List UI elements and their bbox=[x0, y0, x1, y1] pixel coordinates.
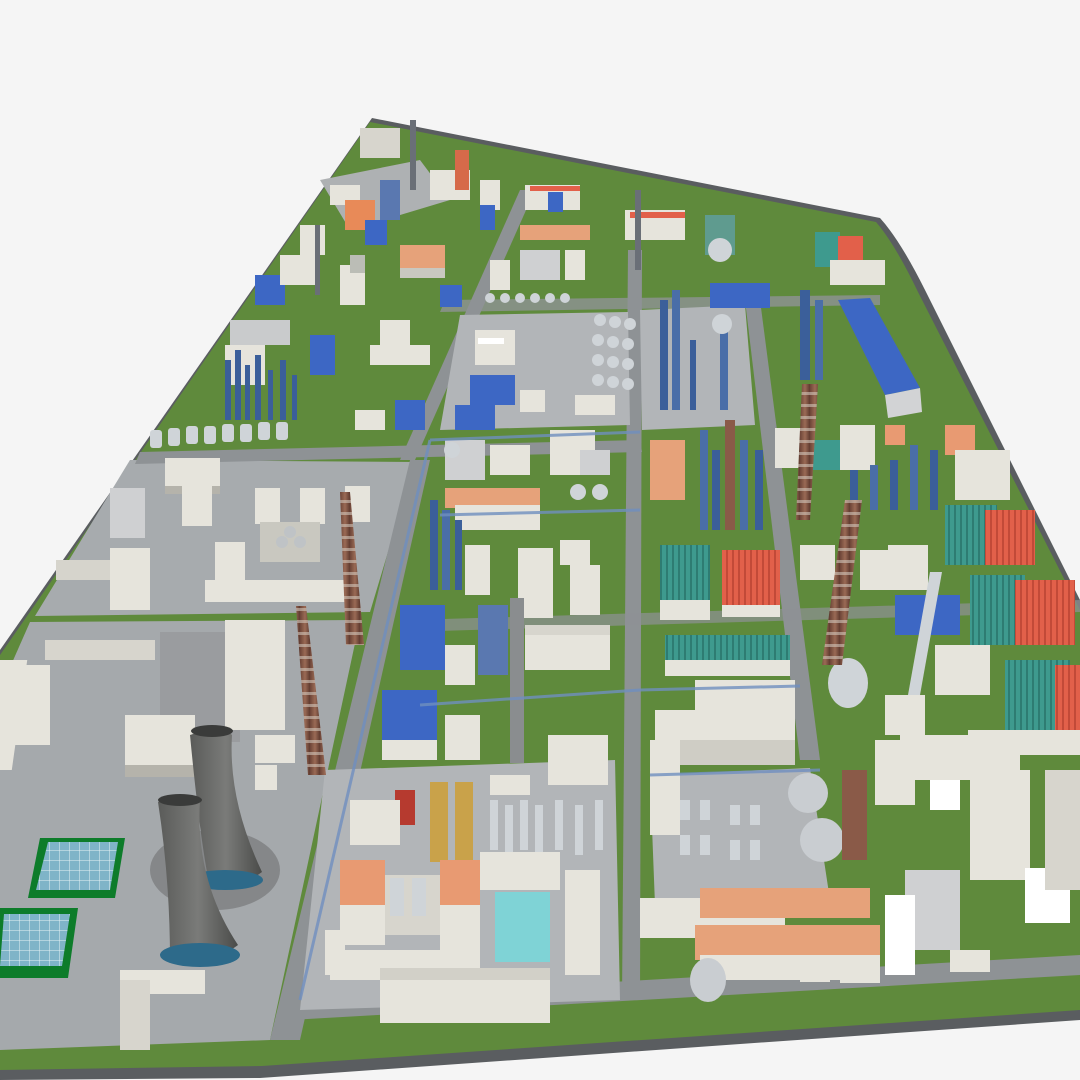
cooling-pool bbox=[495, 892, 550, 962]
spherical-tank-2 bbox=[800, 818, 844, 862]
industrial-plant-scene bbox=[0, 0, 1080, 1080]
spherical-tank-1 bbox=[788, 773, 828, 813]
round-tank-south bbox=[690, 958, 726, 1002]
